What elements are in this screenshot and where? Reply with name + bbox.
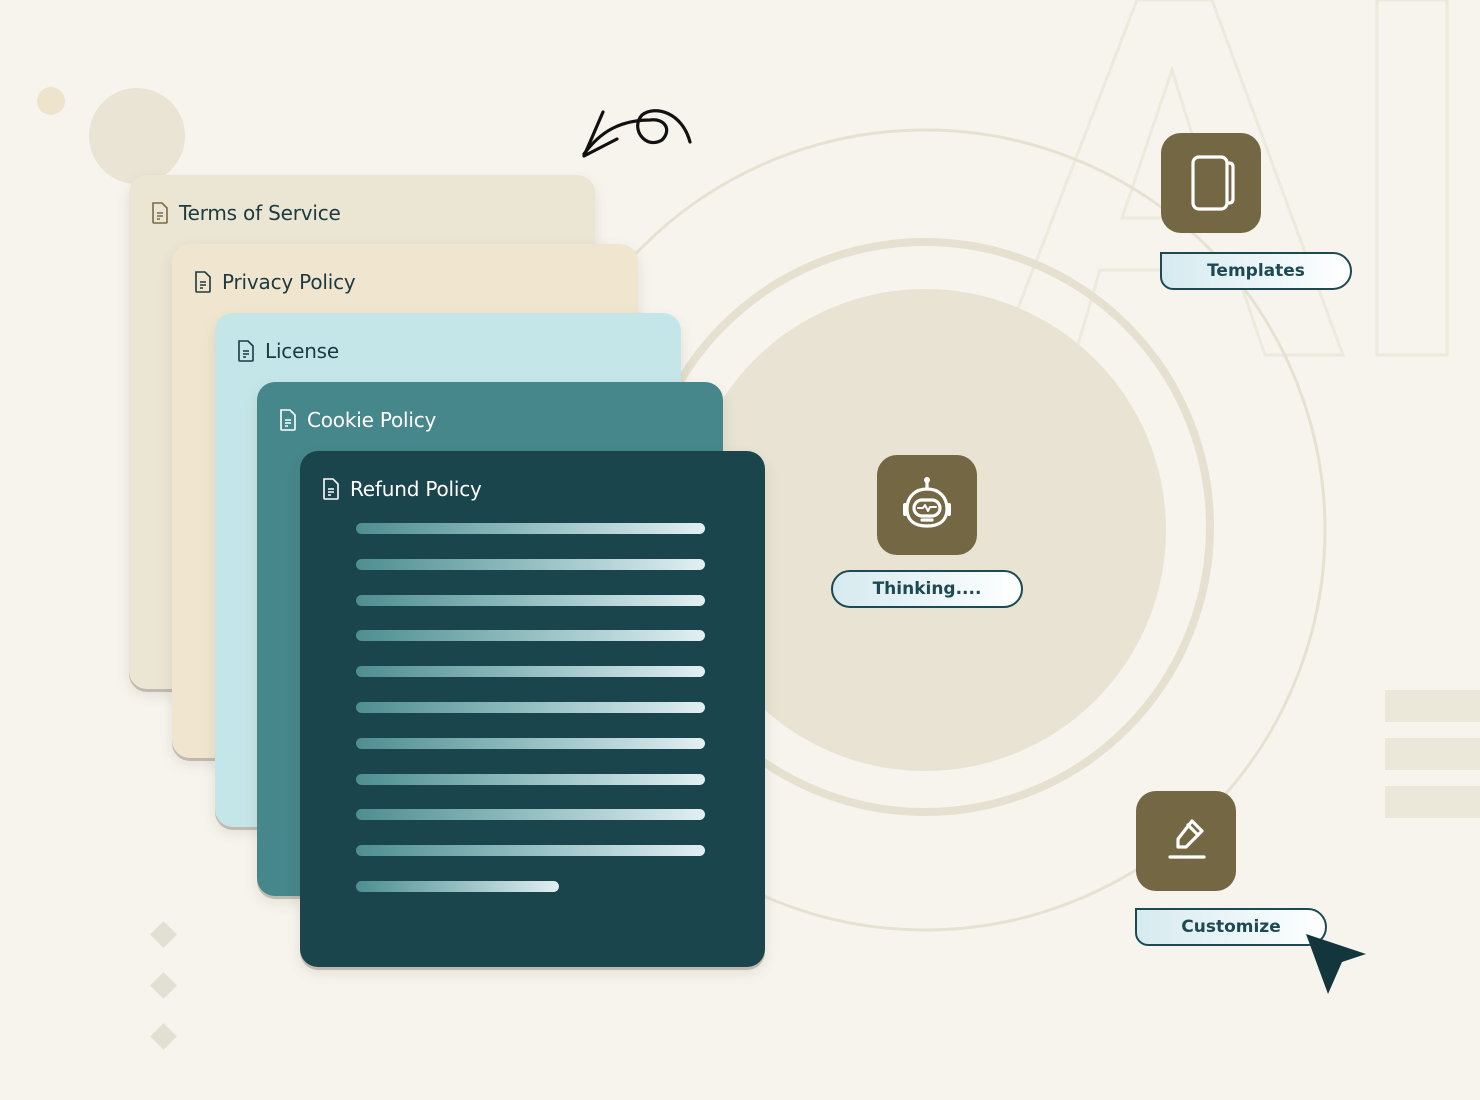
document-title: License bbox=[265, 339, 340, 363]
text-line-placeholder bbox=[356, 558, 705, 570]
robot-icon bbox=[903, 477, 951, 528]
small-dot bbox=[37, 87, 65, 115]
document-title: Cookie Policy bbox=[307, 408, 437, 432]
document-icon bbox=[238, 340, 254, 362]
text-line-placeholder bbox=[356, 737, 705, 749]
templates-button[interactable]: Templates bbox=[1160, 252, 1352, 290]
templates-label: Templates bbox=[1207, 261, 1305, 281]
hand-drawn-arrow bbox=[582, 109, 692, 158]
thinking-status: Thinking.... bbox=[831, 570, 1023, 608]
thinking-label: Thinking.... bbox=[872, 579, 982, 599]
customize-button[interactable]: Customize bbox=[1135, 908, 1327, 946]
customize-tile[interactable] bbox=[1136, 791, 1236, 891]
customize-label: Customize bbox=[1181, 917, 1281, 937]
stripe-decoration bbox=[1385, 786, 1480, 818]
text-line-placeholder bbox=[356, 809, 705, 821]
large-dot bbox=[89, 88, 185, 184]
templates-icon bbox=[1191, 155, 1235, 211]
pencil-icon bbox=[1168, 819, 1206, 859]
document-title: Refund Policy bbox=[350, 477, 482, 501]
document-icon bbox=[280, 409, 296, 431]
text-line-placeholder bbox=[356, 666, 705, 678]
text-line-placeholder bbox=[356, 702, 705, 713]
document-title: Terms of Service bbox=[179, 201, 341, 225]
stripe-decoration bbox=[1385, 738, 1480, 770]
text-line-placeholder bbox=[356, 881, 559, 892]
document-icon bbox=[323, 478, 339, 500]
document-icon bbox=[152, 202, 168, 224]
text-line-placeholder bbox=[356, 594, 705, 606]
document-card-refund-policy[interactable]: Refund Policy bbox=[300, 451, 765, 967]
document-title: Privacy Policy bbox=[222, 270, 356, 294]
text-line-placeholder bbox=[356, 630, 705, 642]
text-line-placeholder bbox=[356, 845, 705, 857]
document-icon bbox=[195, 271, 211, 293]
text-line-placeholder bbox=[356, 773, 705, 785]
robot-tile[interactable] bbox=[877, 455, 977, 555]
cursor-arrow-icon bbox=[1306, 934, 1366, 994]
text-line-placeholder bbox=[356, 523, 705, 534]
stripe-decoration bbox=[1385, 690, 1480, 722]
templates-tile[interactable] bbox=[1161, 133, 1261, 233]
